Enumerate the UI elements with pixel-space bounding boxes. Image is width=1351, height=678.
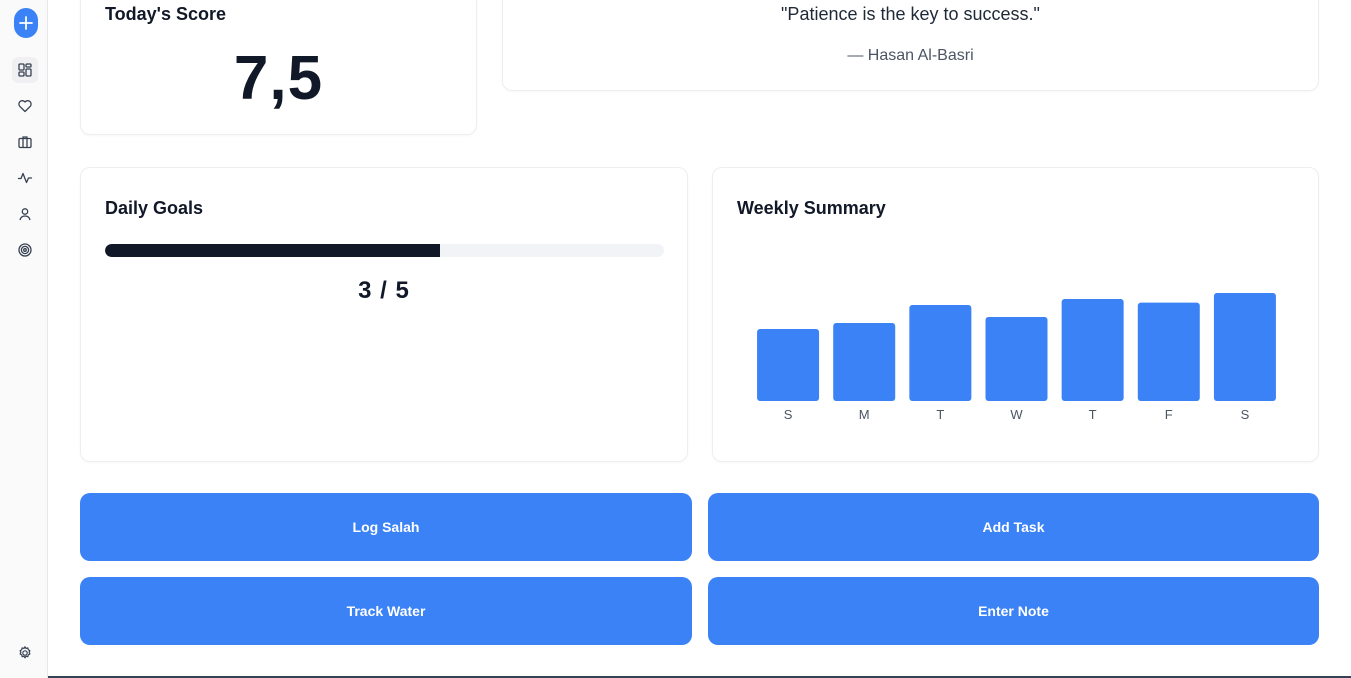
sidebar-item-goals[interactable]	[12, 237, 38, 263]
weekly-day-label: S	[784, 407, 793, 422]
score-title: Today's Score	[105, 4, 226, 24]
weekly-day-label: W	[1010, 407, 1023, 422]
add-task-button[interactable]: Add Task	[708, 493, 1319, 561]
weekly-day-label: S	[1241, 407, 1250, 422]
briefcase-icon	[18, 136, 32, 149]
weekly-day-label: T	[936, 407, 944, 422]
quote-text: "Patience is the key to success."	[781, 4, 1040, 24]
sidebar-item-work[interactable]	[12, 129, 38, 155]
weekly-bar	[1213, 293, 1276, 401]
track-water-button[interactable]: Track Water	[80, 577, 692, 645]
goals-progress-bar	[105, 244, 664, 257]
heart-icon	[18, 100, 32, 113]
weekly-day-label: F	[1165, 407, 1173, 422]
weekly-bar	[1137, 302, 1200, 401]
plus-icon	[19, 16, 33, 30]
weekly-chart: SMTWTFS	[757, 293, 1276, 422]
grid-icon	[18, 63, 32, 77]
weekly-bar	[757, 329, 820, 401]
score-card: Today's Score 7,5	[80, 0, 477, 135]
sidebar-item-activity[interactable]	[12, 165, 38, 191]
target-icon	[18, 243, 32, 257]
gear-icon	[19, 646, 31, 659]
log-salah-button[interactable]: Log Salah	[80, 493, 692, 561]
activity-icon	[17, 172, 33, 184]
user-icon	[19, 208, 31, 221]
daily-goals-card: Daily Goals 3 / 5	[80, 167, 688, 462]
quote-card: "Patience is the key to success." — Hasa…	[502, 0, 1319, 91]
app-root: Today's Score 7,5 "Patience is the key t…	[0, 0, 1351, 678]
weekly-bar	[909, 305, 972, 401]
weekly-bar	[985, 317, 1048, 401]
add-button[interactable]	[14, 8, 38, 38]
sidebar-item-dashboard[interactable]	[12, 57, 38, 83]
weekly-summary-card: Weekly Summary SMTWTFS	[712, 167, 1319, 462]
goals-count: 3 / 5	[358, 277, 410, 304]
settings-button[interactable]	[12, 640, 38, 666]
weekly-day-label: M	[859, 407, 870, 422]
score-value: 7,5	[233, 44, 324, 113]
weekly-day-label: T	[1089, 407, 1097, 422]
weekly-bar	[833, 323, 896, 401]
quote-author: — Hasan Al-Basri	[847, 47, 974, 64]
weekly-bar	[1061, 299, 1124, 401]
sidebar-item-profile[interactable]	[12, 201, 38, 227]
sidebar	[0, 0, 48, 678]
sidebar-item-health[interactable]	[12, 93, 38, 119]
goals-progress-fill	[105, 244, 441, 257]
daily-goals-title: Daily Goals	[105, 198, 204, 218]
enter-note-button[interactable]: Enter Note	[708, 577, 1319, 645]
